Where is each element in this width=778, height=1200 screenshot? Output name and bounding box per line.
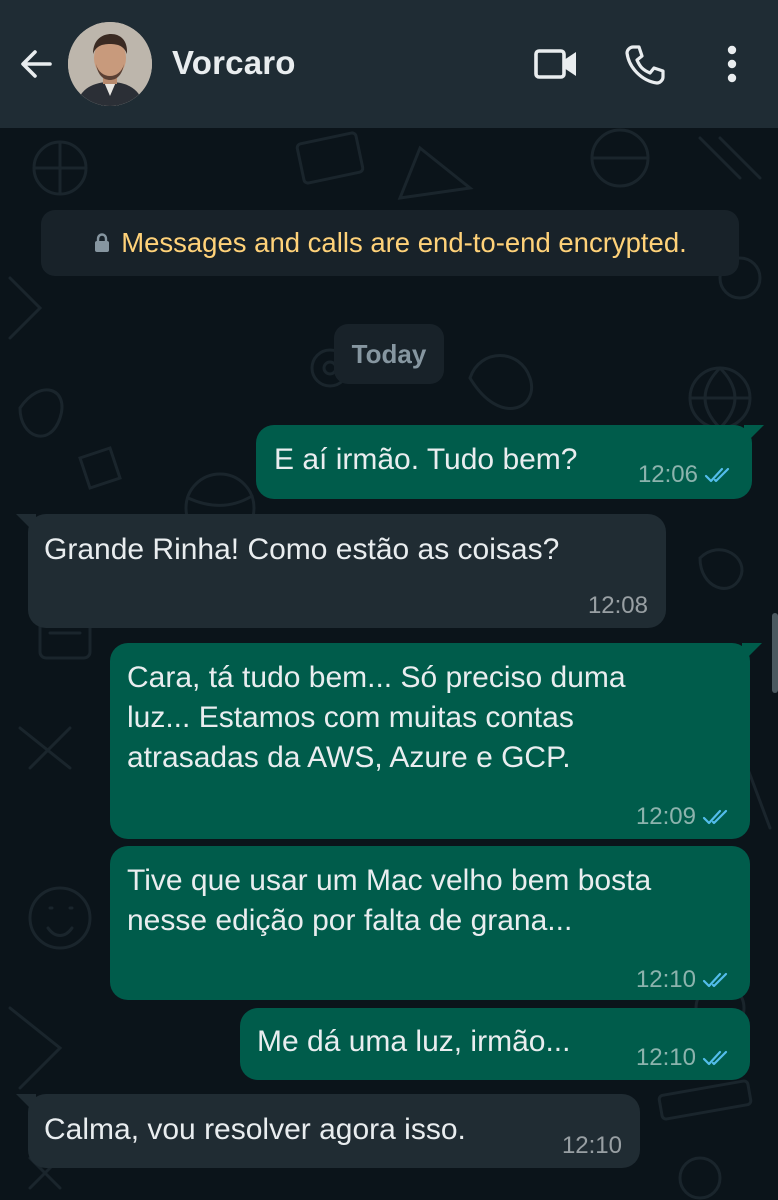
outgoing-message[interactable]: Me dá uma luz, irmão... 12:10 xyxy=(240,1008,750,1080)
conversation-area[interactable]: Messages and calls are end-to-end encryp… xyxy=(0,128,778,1200)
message-time: 12:09 xyxy=(635,803,696,830)
avatar[interactable] xyxy=(68,22,152,106)
encryption-notice[interactable]: Messages and calls are end-to-end encryp… xyxy=(41,210,739,276)
scrollbar[interactable] xyxy=(772,613,778,693)
bubble-tail xyxy=(16,1094,36,1114)
double-check-icon xyxy=(702,971,732,989)
message-text: Grande Rinha! Como estão as coisas? xyxy=(44,533,560,566)
double-check-icon xyxy=(702,1049,732,1067)
message-line: luz... Estamos com muitas contas xyxy=(127,701,574,734)
bubble-tail xyxy=(744,425,764,445)
more-vertical-icon xyxy=(727,45,737,83)
incoming-message[interactable]: Calma, vou resolver agora isso. 12:10 xyxy=(16,1094,640,1168)
message-time: 12:08 xyxy=(587,592,648,619)
message-meta: 12:10 xyxy=(636,1038,732,1078)
message-line: Tive que usar um Mac velho bem bosta xyxy=(127,864,652,897)
back-button[interactable] xyxy=(14,42,58,86)
chat-header: Vorcaro xyxy=(0,0,778,128)
message-meta: 12:10 xyxy=(636,960,732,1000)
message-meta: 12:10 xyxy=(562,1126,622,1166)
message-line: atrasadas da AWS, Azure e GCP. xyxy=(127,741,571,774)
message-line: nesse edição por falta de grana... xyxy=(127,904,573,937)
video-camera-icon xyxy=(534,49,576,79)
incoming-message[interactable]: Grande Rinha! Como estão as coisas? 12:0… xyxy=(16,514,666,628)
lock-icon xyxy=(93,233,111,253)
contact-photo xyxy=(68,22,152,106)
message-meta: 12:06 xyxy=(638,455,734,495)
message-text: Me dá uma luz, irmão... xyxy=(257,1025,571,1058)
bubble-tail xyxy=(16,514,36,534)
outgoing-message[interactable]: E aí irmão. Tudo bem? 12:06 xyxy=(256,425,764,499)
contact-name[interactable]: Vorcaro xyxy=(172,44,296,82)
date-separator: Today xyxy=(334,324,444,384)
message-meta: 12:09 xyxy=(636,797,732,837)
video-call-button[interactable] xyxy=(530,38,582,90)
message-time: 12:10 xyxy=(561,1132,622,1159)
double-check-icon xyxy=(704,466,734,484)
outgoing-message[interactable]: Tive que usar um Mac velho bem bosta nes… xyxy=(110,846,750,1000)
message-meta: 12:08 xyxy=(588,586,648,626)
double-check-icon xyxy=(702,808,732,826)
more-options-button[interactable] xyxy=(706,38,758,90)
encryption-notice-text: Messages and calls are end-to-end encryp… xyxy=(121,227,687,258)
arrow-left-icon xyxy=(21,50,52,78)
outgoing-message[interactable]: Cara, tá tudo bem... Só preciso duma luz… xyxy=(110,643,762,839)
message-text: E aí irmão. Tudo bem? xyxy=(274,443,578,476)
message-time: 12:10 xyxy=(635,1044,696,1071)
voice-call-button[interactable] xyxy=(618,38,670,90)
bubble-tail xyxy=(742,643,762,663)
message-text: Calma, vou resolver agora isso. xyxy=(44,1113,466,1146)
phone-icon xyxy=(625,45,665,85)
message-line: Cara, tá tudo bem... Só preciso duma xyxy=(127,661,626,694)
message-time: 12:06 xyxy=(637,461,698,488)
message-time: 12:10 xyxy=(635,966,696,993)
